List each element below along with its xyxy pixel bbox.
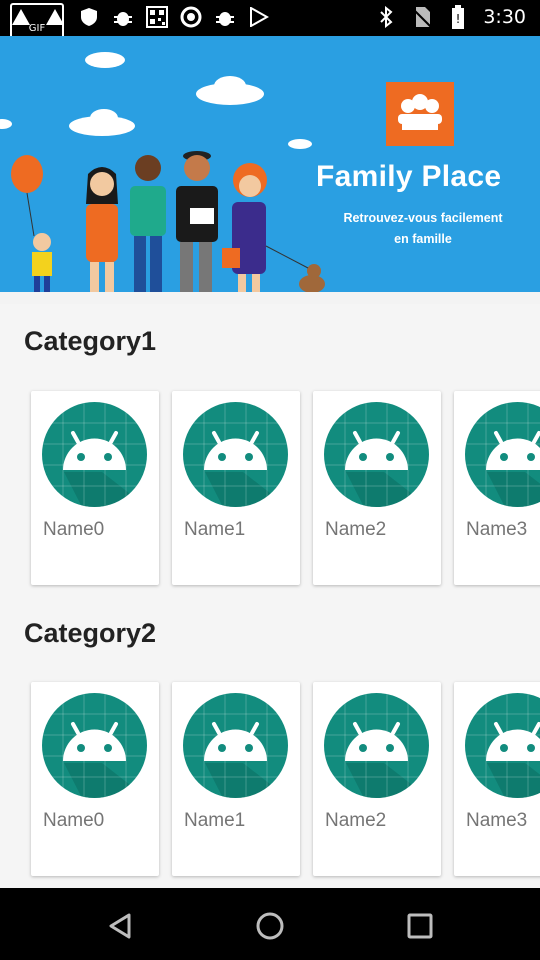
bluetooth-icon	[375, 6, 397, 28]
item-name: Name3	[466, 810, 528, 831]
item-card[interactable]: Name2	[313, 391, 441, 585]
no-sim-icon	[411, 6, 433, 28]
battery-icon: !	[447, 5, 469, 29]
system-icons: ! 3:30	[375, 5, 526, 29]
android-avatar-icon	[42, 402, 147, 507]
circle-icon	[180, 6, 202, 28]
android-avatar-icon	[183, 693, 288, 798]
item-name: Name3	[466, 519, 528, 540]
brand-tagline: Retrouvez-vous facilement en famille	[318, 208, 528, 250]
shield-icon	[78, 6, 100, 28]
brand-title: Family Place	[316, 160, 502, 193]
item-card[interactable]: Name0	[31, 682, 159, 876]
item-name: Name1	[184, 519, 246, 540]
header-banner: Family Place Retrouvez-vous facilement e…	[0, 36, 540, 304]
item-name: Name0	[43, 519, 105, 540]
android-avatar-icon	[183, 402, 288, 507]
qr-code-icon	[146, 6, 168, 28]
item-name: Name1	[184, 810, 246, 831]
back-icon	[109, 913, 131, 939]
bug-icon	[214, 6, 236, 28]
home-button[interactable]	[250, 906, 290, 946]
category-title: Category1	[24, 326, 157, 356]
category-list[interactable]: Category1 Name0 Name1 Name2 Name3 Catego…	[0, 304, 540, 888]
recents-button[interactable]	[400, 906, 440, 946]
navigation-bar	[0, 888, 540, 960]
recents-icon	[407, 913, 433, 939]
svg-text:!: !	[456, 12, 461, 26]
android-avatar-icon	[465, 402, 540, 507]
android-avatar-icon	[324, 402, 429, 507]
banner-ground	[0, 292, 540, 304]
bug-icon	[112, 6, 134, 28]
clock: 3:30	[483, 6, 526, 28]
item-card[interactable]: Name1	[172, 682, 300, 876]
category-title: Category2	[24, 618, 157, 648]
item-card[interactable]: Name0	[31, 391, 159, 585]
tagline-line-1: Retrouvez-vous facilement	[343, 211, 503, 225]
status-bar: GIF ! 3:30	[0, 0, 540, 43]
item-card[interactable]: Name3	[454, 391, 540, 585]
back-button[interactable]	[100, 906, 140, 946]
item-name: Name2	[325, 519, 387, 540]
item-card[interactable]: Name1	[172, 391, 300, 585]
family-place-logo	[386, 82, 454, 146]
item-name: Name0	[43, 810, 105, 831]
item-name: Name2	[325, 810, 387, 831]
play-store-icon	[248, 6, 270, 28]
item-card[interactable]: Name3	[454, 682, 540, 876]
home-icon	[256, 912, 284, 940]
tagline-line-2: en famille	[394, 232, 452, 246]
android-avatar-icon	[324, 693, 429, 798]
android-avatar-icon	[42, 693, 147, 798]
item-card[interactable]: Name2	[313, 682, 441, 876]
gif-overlay-text: GIF	[28, 23, 46, 34]
android-avatar-icon	[465, 693, 540, 798]
